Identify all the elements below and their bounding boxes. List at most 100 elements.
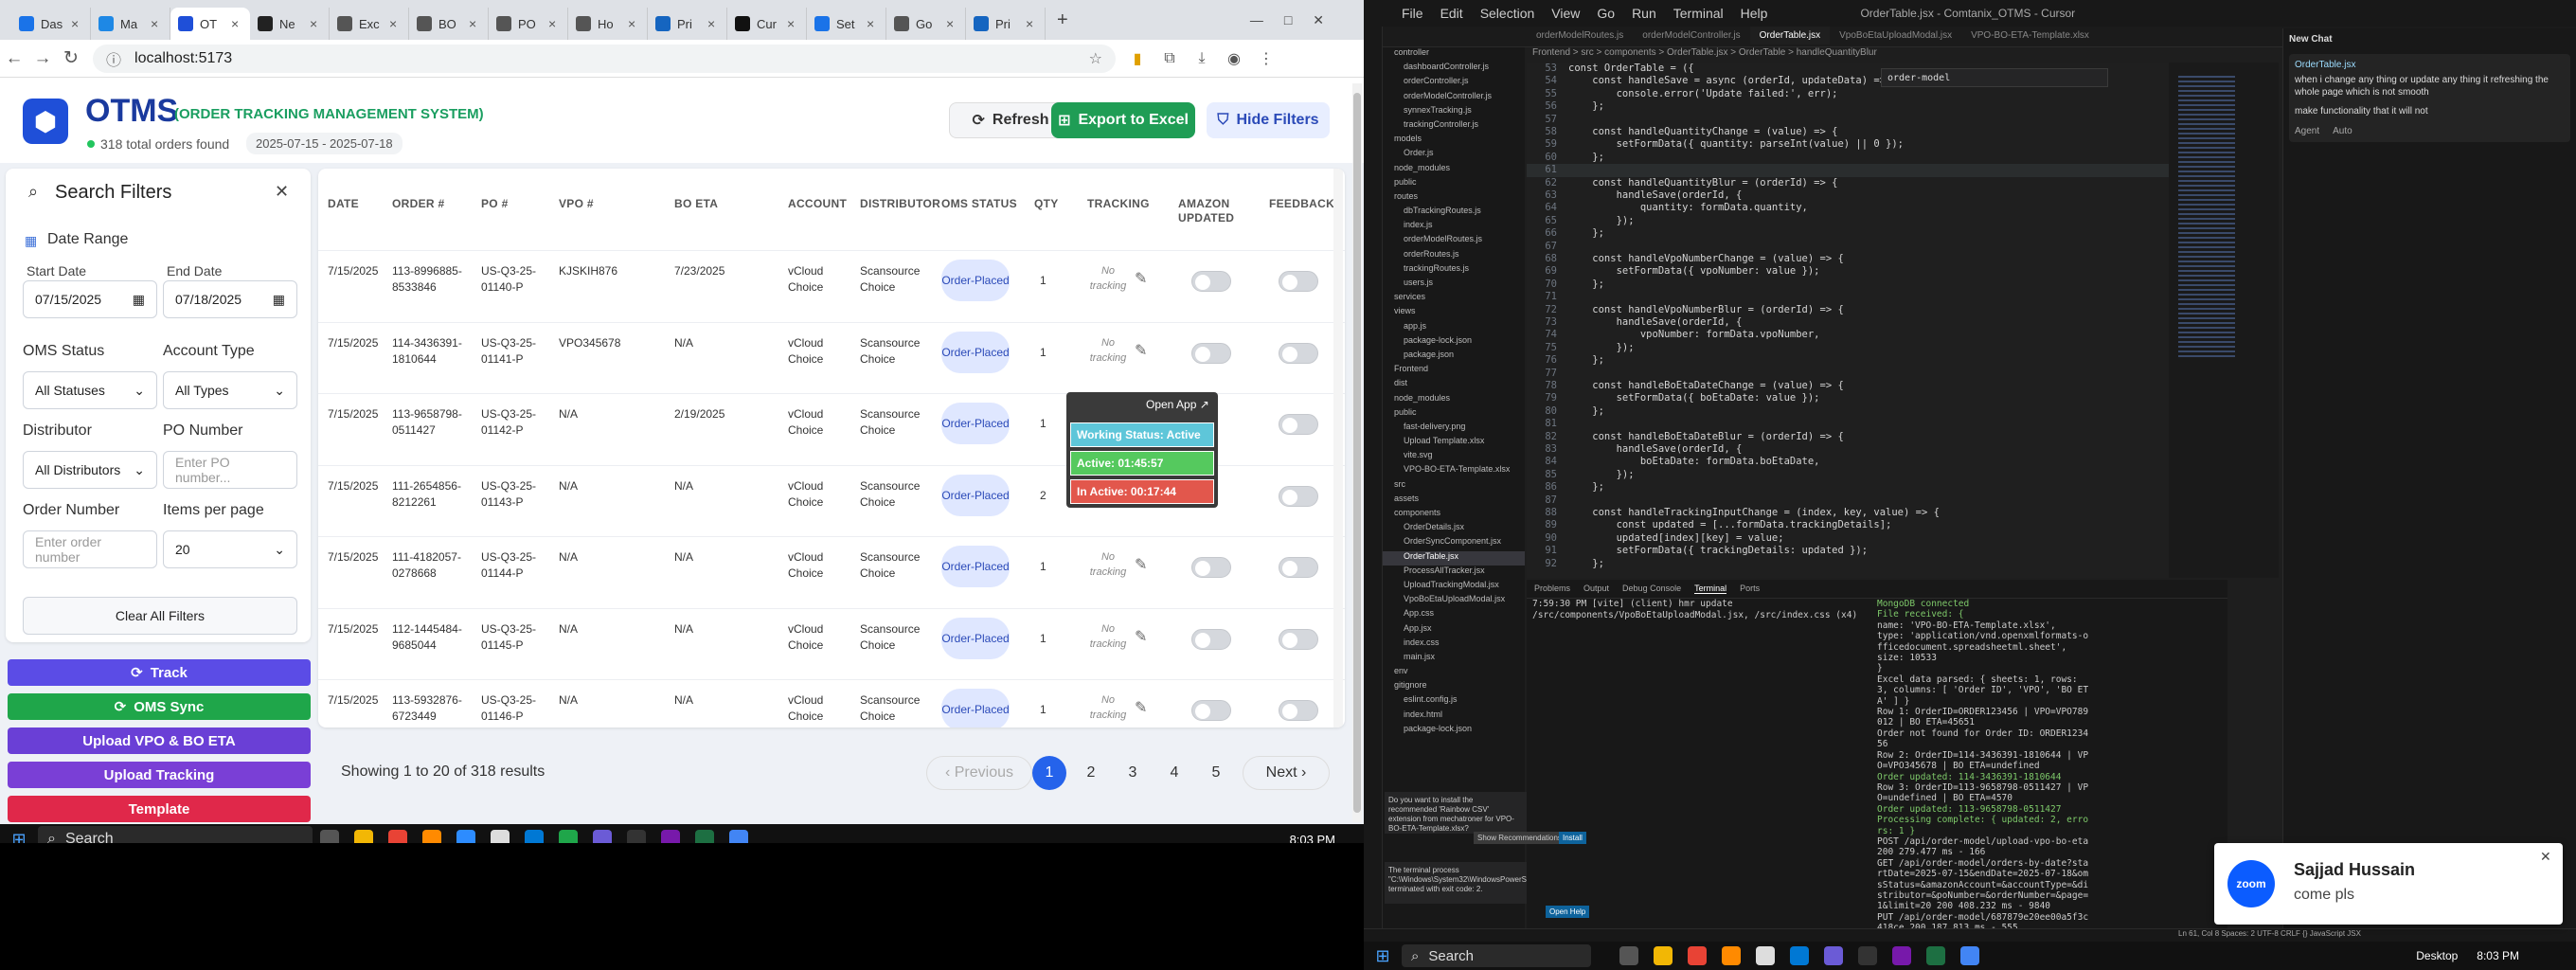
task-view-icon[interactable] bbox=[320, 830, 339, 843]
panel-tab[interactable]: Ports bbox=[1740, 584, 1760, 594]
chrome-icon[interactable] bbox=[729, 830, 748, 843]
close-tab-icon[interactable]: × bbox=[310, 16, 321, 31]
explorer-item[interactable]: package-lock.json bbox=[1383, 724, 1525, 738]
excel-icon[interactable] bbox=[695, 830, 714, 843]
browser-tab[interactable]: Ne × bbox=[250, 8, 330, 40]
explorer-item[interactable]: components bbox=[1383, 508, 1525, 522]
explorer-item[interactable]: index.css bbox=[1383, 638, 1525, 652]
open-app-link[interactable]: Open App ↗ bbox=[1146, 398, 1209, 411]
edit-pencil-icon[interactable]: ✎ bbox=[1135, 698, 1147, 717]
vscode-icon[interactable] bbox=[593, 830, 612, 843]
explorer-item[interactable]: App.css bbox=[1383, 608, 1525, 622]
explorer-item[interactable]: VpoBoEtaUploadModal.jsx bbox=[1383, 594, 1525, 608]
taskbar-search-input[interactable]: ⌕ Search bbox=[38, 826, 313, 843]
feedback-toggle[interactable] bbox=[1279, 342, 1318, 364]
minimap[interactable] bbox=[2169, 63, 2279, 578]
menu-item[interactable]: Edit bbox=[1440, 6, 1463, 21]
agent-mode-select[interactable]: Agent bbox=[2295, 126, 2319, 136]
explorer-item[interactable]: views bbox=[1383, 306, 1525, 320]
explorer-item[interactable]: package-lock.json bbox=[1383, 335, 1525, 350]
model-select[interactable]: Auto bbox=[2333, 126, 2352, 136]
back-icon[interactable]: ← bbox=[0, 48, 28, 69]
clear-filters-button[interactable]: Clear All Filters bbox=[23, 597, 297, 635]
browser-tab[interactable]: Set × bbox=[807, 8, 886, 40]
explorer-item[interactable]: main.jsx bbox=[1383, 652, 1525, 666]
close-icon[interactable]: ✕ bbox=[2540, 849, 2551, 865]
explorer-item[interactable]: env bbox=[1383, 666, 1525, 680]
export-excel-button[interactable]: ⊞ Export to Excel bbox=[1051, 102, 1195, 138]
explorer-item[interactable]: App.jsx bbox=[1383, 623, 1525, 638]
panel-tab[interactable]: Terminal bbox=[1694, 584, 1727, 594]
table-scrollbar[interactable] bbox=[1333, 169, 1343, 728]
feedback-toggle[interactable] bbox=[1279, 271, 1318, 292]
zoom-app-icon[interactable] bbox=[456, 830, 475, 843]
editor-tab[interactable]: OrderTable.jsx bbox=[1749, 27, 1831, 45]
amazon-updated-toggle[interactable] bbox=[1191, 628, 1231, 650]
panel-tab[interactable]: Output bbox=[1583, 584, 1609, 594]
app-icon[interactable] bbox=[1722, 946, 1741, 965]
explorer-item[interactable]: Order.js bbox=[1383, 148, 1525, 162]
browser-tab[interactable]: Ho × bbox=[568, 8, 648, 40]
close-tab-icon[interactable]: × bbox=[231, 16, 242, 31]
extension-icon[interactable]: ▮ bbox=[1127, 48, 1148, 69]
edit-pencil-icon[interactable]: ✎ bbox=[1135, 627, 1147, 646]
close-tab-icon[interactable]: × bbox=[469, 16, 480, 31]
close-tab-icon[interactable]: × bbox=[867, 16, 878, 31]
explorer-item[interactable]: OrderTable.jsx bbox=[1383, 550, 1525, 566]
chrome-icon[interactable] bbox=[1688, 946, 1707, 965]
feedback-toggle[interactable] bbox=[1279, 628, 1318, 650]
browser-tab[interactable]: BO × bbox=[409, 8, 489, 40]
explorer-item[interactable]: index.html bbox=[1383, 710, 1525, 724]
browser-tab[interactable]: Exc × bbox=[330, 8, 409, 40]
browser-tab[interactable]: Cur × bbox=[727, 8, 807, 40]
menu-item[interactable]: View bbox=[1551, 6, 1580, 21]
explorer-item[interactable]: controller bbox=[1383, 47, 1525, 62]
browser-tab[interactable]: Pri × bbox=[648, 8, 727, 40]
explorer-item[interactable]: orderRoutes.js bbox=[1383, 249, 1525, 263]
editor-tab[interactable]: orderModelController.js bbox=[1633, 27, 1749, 45]
explorer-item[interactable]: index.js bbox=[1383, 220, 1525, 234]
menu-item[interactable]: Go bbox=[1597, 6, 1615, 21]
explorer-item[interactable]: eslint.config.js bbox=[1383, 694, 1525, 709]
close-tab-icon[interactable]: × bbox=[946, 16, 957, 31]
browser-tab[interactable]: Ma × bbox=[91, 8, 170, 40]
menu-item[interactable]: File bbox=[1402, 6, 1423, 21]
edge-icon[interactable] bbox=[1790, 946, 1809, 965]
explorer-item[interactable]: Upload Template.xlsx bbox=[1383, 436, 1525, 450]
explorer-item[interactable]: orderController.js bbox=[1383, 76, 1525, 90]
window-controls[interactable]: —□✕ bbox=[1250, 12, 1345, 28]
cursor-app-icon[interactable] bbox=[1858, 946, 1877, 965]
site-info-icon[interactable]: ⓘ bbox=[106, 47, 121, 70]
side-action-button[interactable]: ⟳ Track bbox=[8, 659, 311, 686]
close-icon[interactable]: ✕ bbox=[275, 182, 289, 202]
explorer-item[interactable]: services bbox=[1383, 292, 1525, 306]
end-date-input[interactable]: 07/18/2025 ▦ bbox=[163, 280, 297, 318]
explorer-item[interactable]: routes bbox=[1383, 191, 1525, 206]
terminal-panel[interactable]: Problems Output Debug Console Terminal Ports… bbox=[1527, 580, 2227, 942]
menu-item[interactable]: Help bbox=[1741, 6, 1768, 21]
amazon-updated-toggle[interactable] bbox=[1191, 271, 1231, 292]
browser-tab[interactable]: Go × bbox=[886, 8, 966, 40]
close-tab-icon[interactable]: × bbox=[628, 16, 639, 31]
windows-start-icon[interactable]: ⊞ bbox=[0, 830, 38, 844]
explorer-item[interactable]: ProcessAllTracker.jsx bbox=[1383, 566, 1525, 580]
page-number-button[interactable]: 5 bbox=[1199, 756, 1233, 790]
editor-tab[interactable]: VPO-BO-ETA-Template.xlsx bbox=[1961, 27, 2099, 45]
app-icon[interactable] bbox=[491, 830, 510, 843]
side-action-button[interactable]: Template bbox=[8, 796, 311, 822]
next-page-button[interactable]: Next › bbox=[1243, 756, 1330, 790]
menu-kebab-icon[interactable]: ⋮ bbox=[1256, 48, 1277, 69]
explorer-item[interactable]: OrderDetails.jsx bbox=[1383, 522, 1525, 536]
task-view-icon[interactable] bbox=[1619, 946, 1638, 965]
zoom-notification[interactable]: zoom Sajjad Hussain come pls ✕ bbox=[2214, 843, 2563, 925]
explorer-item[interactable]: src bbox=[1383, 479, 1525, 494]
find-widget[interactable]: order-model bbox=[1881, 68, 2108, 87]
close-tab-icon[interactable]: × bbox=[787, 16, 798, 31]
feedback-toggle[interactable] bbox=[1279, 485, 1318, 507]
page-number-button[interactable]: 2 bbox=[1074, 756, 1108, 790]
menu-item[interactable]: Selection bbox=[1480, 6, 1535, 21]
onenote-icon[interactable] bbox=[1892, 946, 1911, 965]
explorer-item[interactable]: fast-delivery.png bbox=[1383, 422, 1525, 436]
explorer-item[interactable]: trackingRoutes.js bbox=[1383, 263, 1525, 278]
menu-item[interactable]: Run bbox=[1632, 6, 1656, 21]
